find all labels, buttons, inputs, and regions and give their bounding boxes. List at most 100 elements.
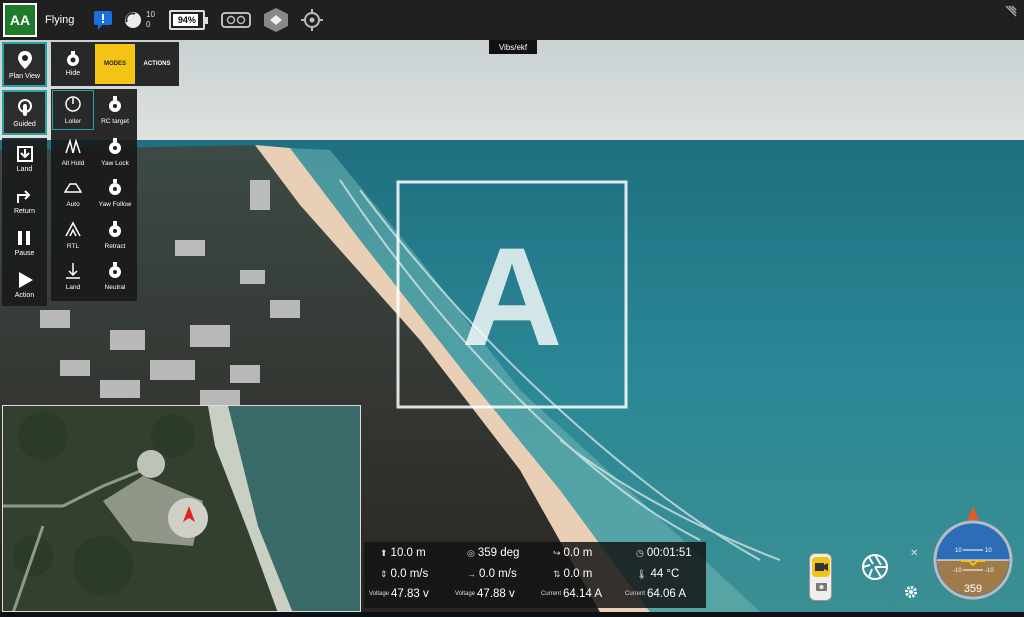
close-icon[interactable]: ✕ [910, 548, 918, 559]
flight-time-readout: ◷ 00:01:51 [636, 547, 692, 559]
alt-hold-icon [64, 137, 82, 157]
flight-status[interactable]: Flying [45, 14, 89, 26]
current2-readout: Current 64.06 A [625, 588, 687, 600]
rtl-icon [64, 220, 82, 240]
mode-rc-target-button[interactable]: RC target [94, 90, 136, 130]
mini-map[interactable] [2, 405, 361, 612]
mode-label: RTL [66, 242, 80, 250]
mode-yaw-follow-button[interactable]: Yaw Follow [94, 173, 136, 213]
satellite-count: 10 [146, 10, 155, 19]
mode-label: Alt Hold [61, 159, 85, 167]
mode-rtl-button[interactable]: RTL [52, 215, 94, 255]
heading-readout: ◎ 359 deg [467, 547, 520, 559]
north-indicator-icon [967, 506, 979, 520]
return-icon [17, 190, 31, 203]
svg-text:A: A [461, 218, 562, 375]
mode-loiter-button[interactable]: Loiter [52, 90, 94, 130]
mode-label: Land [65, 284, 81, 291]
aperture-icon [862, 554, 888, 580]
travel-distance-icon: ⇅ [553, 568, 561, 579]
land-button[interactable]: Land [16, 138, 34, 180]
flight-mode-cube-icon[interactable] [263, 0, 289, 40]
pitch-label-bottom-left: -10 [953, 568, 962, 574]
battery-percent: 94% [177, 15, 196, 25]
message-icon[interactable] [89, 0, 117, 40]
current1-readout: Current 64.14 A [541, 588, 603, 600]
pause-icon [18, 231, 31, 245]
gps-target-icon[interactable] [300, 0, 323, 40]
map-pin-icon [17, 50, 32, 69]
telemetry-panel: ⬆ 10.0 m ◎ 359 deg ↪ 0.0 m ◷ 00:01:51 ⇕ 0.0 m… [364, 542, 706, 608]
pause-button[interactable]: Pause [14, 222, 35, 264]
vibs-ekf-tab[interactable]: Vibs/ekf [489, 40, 537, 54]
tab-modes[interactable]: MODES [95, 44, 135, 84]
gear-icon[interactable] [904, 585, 918, 599]
auto-icon [63, 178, 83, 198]
temperature-readout: 🌡︎ 44 °C [636, 568, 680, 580]
mode-label: Yaw Lock [101, 159, 129, 167]
land-icon [16, 146, 33, 162]
pitch-label-top-right: 10 [985, 548, 992, 554]
hdop-value: 0 [146, 20, 151, 29]
shutter-button[interactable] [861, 553, 889, 581]
home-distance-readout: ↪ 0.0 m [553, 547, 593, 559]
touch-icon [17, 98, 32, 116]
voltage2-readout: Voltage 47.88 v [455, 588, 515, 600]
altitude-readout: ⬆ 10.0 m [380, 547, 426, 559]
camera-mode-switch[interactable] [809, 553, 832, 601]
retract-icon [106, 220, 124, 240]
mode-label: Neutral [104, 284, 126, 291]
yaw-follow-icon [106, 178, 124, 198]
voltage1-readout: Voltage 47.83 v [369, 588, 429, 600]
loiter-icon [64, 95, 82, 115]
mode-yaw-lock-button[interactable]: Yaw Lock [94, 132, 136, 172]
mode-auto-button[interactable]: Auto [52, 173, 94, 213]
pitch-label-bottom-right: -10 [985, 568, 994, 574]
land-mode-icon [64, 261, 82, 281]
return-label: Return [13, 208, 35, 215]
hide-button[interactable]: Hide [53, 44, 93, 84]
action-button[interactable]: Action [15, 264, 34, 306]
attitude-compass[interactable]: 10 10 -10 -10 359 [933, 506, 1013, 612]
top-toolbar: AA Flying 10 0 94% [0, 0, 1024, 40]
horizontal-speed-readout: → 0.0 m/s [467, 568, 517, 580]
rc-target-icon [106, 95, 124, 115]
return-button[interactable]: Return [14, 180, 35, 222]
vertical-speed-readout: ⇕ 0.0 m/s [380, 568, 429, 580]
mode-label: Auto [66, 201, 80, 208]
compass-heading: 359 [964, 583, 982, 595]
pitch-label-top-left: 10 [955, 548, 962, 554]
thermometer-icon: 🌡︎ [636, 568, 648, 579]
land-label: Land [16, 166, 33, 173]
hide-label: Hide [65, 70, 81, 77]
app-logo[interactable]: AA [3, 3, 37, 37]
gps-status[interactable]: 10 0 [123, 0, 155, 40]
mode-label: Yaw Follow [98, 201, 132, 208]
tab-actions[interactable]: ACTIONS [137, 44, 177, 84]
plan-view-button[interactable]: Plan View [2, 42, 47, 87]
heading-icon: ◎ [467, 547, 475, 558]
mode-label: Loiter [64, 118, 82, 125]
vertical-speed-icon: ⇕ [380, 568, 388, 579]
mode-neutral-button[interactable]: Neutral [94, 256, 136, 296]
pause-label: Pause [14, 250, 35, 257]
home-distance-icon: ↪ [553, 547, 561, 558]
vr-headset-icon[interactable] [220, 0, 251, 40]
hide-icon [67, 51, 79, 66]
mode-land-button[interactable]: Land [52, 256, 94, 296]
plan-view-label: Plan View [8, 72, 40, 80]
mode-alt-hold-button[interactable]: Alt Hold [52, 132, 94, 172]
mode-retract-button[interactable]: Retract [94, 215, 136, 255]
guided-button[interactable]: Guided [2, 90, 47, 135]
yaw-lock-icon [106, 137, 124, 157]
satellite-icon [125, 12, 141, 28]
play-icon [18, 272, 33, 288]
altitude-icon: ⬆ [380, 547, 388, 558]
action-toolbar: Land Return Pause Action [2, 138, 47, 306]
mode-label: RC target [101, 118, 129, 125]
signal-corner-icon [1004, 4, 1018, 23]
guided-label: Guided [13, 120, 36, 128]
battery-indicator[interactable]: 94% [168, 0, 208, 40]
action-label: Action [14, 292, 35, 299]
travel-distance-readout: ⇅ 0.0 m [553, 568, 593, 580]
